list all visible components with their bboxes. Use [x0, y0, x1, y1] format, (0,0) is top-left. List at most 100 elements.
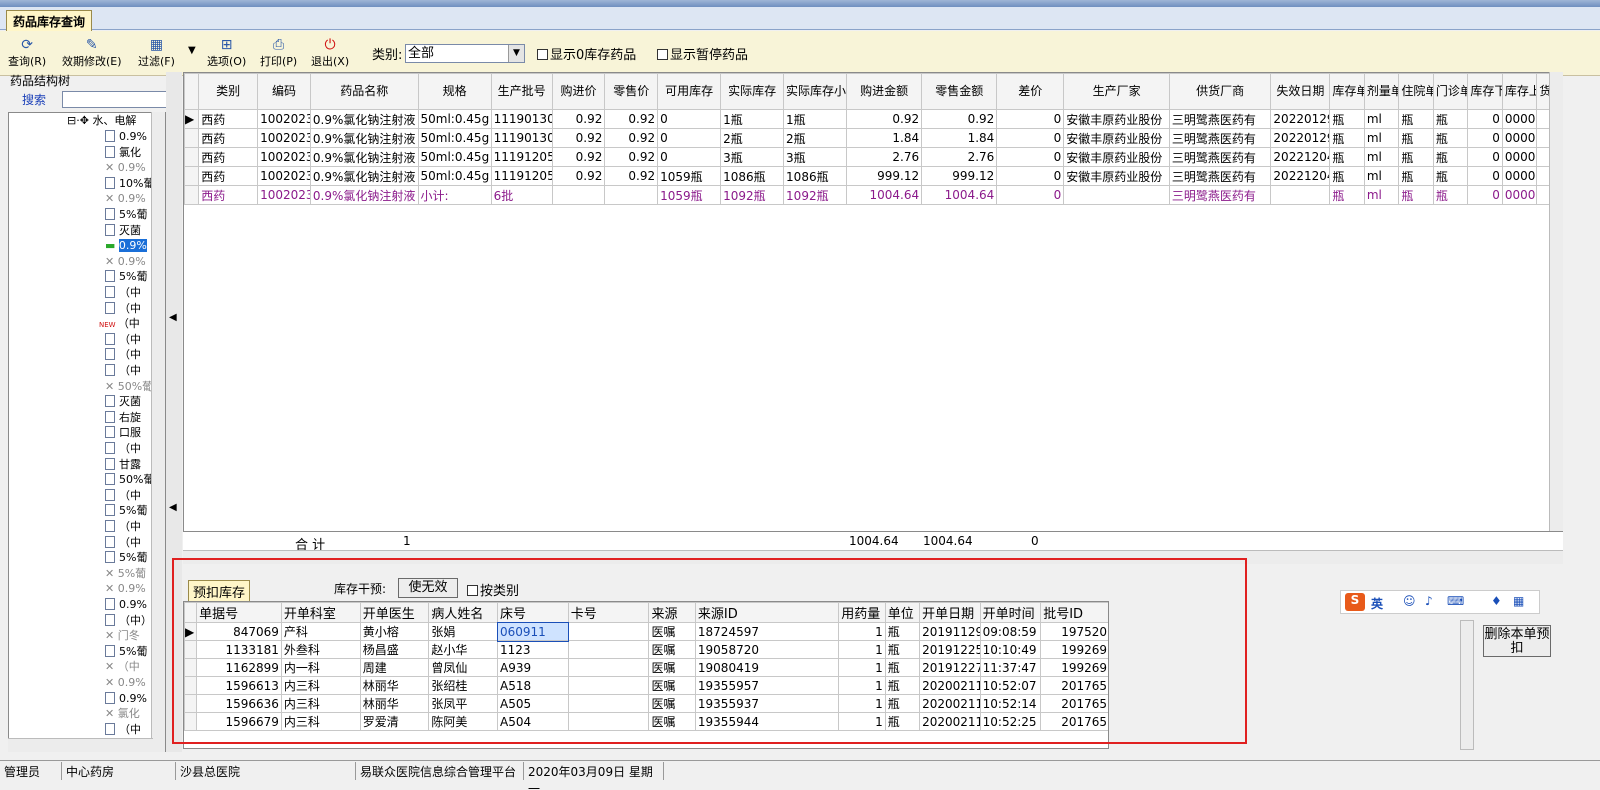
- table-cell[interactable]: 三明鹭燕医药有: [1168, 109, 1272, 129]
- tree-item[interactable]: 5%葡: [105, 269, 147, 285]
- filter-dropdown-arrow[interactable]: ▼: [188, 45, 196, 56]
- table-cell[interactable]: [604, 185, 659, 205]
- table-cell[interactable]: [551, 185, 606, 205]
- tree-item[interactable]: （中: [105, 441, 141, 457]
- table-cell[interactable]: 1瓶: [783, 109, 847, 129]
- table-cell[interactable]: 0000: [1501, 166, 1538, 186]
- table-cell[interactable]: 0000: [1501, 128, 1538, 148]
- tree-item[interactable]: 氯化: [105, 145, 141, 161]
- table-row[interactable]: 西药 1002023 0.9%氯化钠注射液 50ml:0.45g 11191205 0.9…: [184, 166, 1562, 186]
- query-button[interactable]: ⟳ 查询(R): [8, 37, 46, 69]
- table-cell[interactable]: 0.9%氯化钠注射液: [309, 166, 419, 186]
- table-cell[interactable]: 1002023: [257, 185, 311, 205]
- table-cell[interactable]: 0.92: [551, 128, 606, 148]
- table-cell[interactable]: 瓶: [1398, 147, 1434, 167]
- table-cell[interactable]: 0: [996, 128, 1065, 148]
- table-cell[interactable]: 0.9%氯化钠注射液: [309, 109, 419, 129]
- table-cell[interactable]: 1.84: [921, 128, 998, 148]
- tree-item[interactable]: 10%葡: [105, 176, 154, 192]
- tree-item[interactable]: ✕ 0.9%: [105, 160, 146, 176]
- table-cell[interactable]: 瓶: [1329, 185, 1365, 205]
- tree-item[interactable]: 灭菌: [105, 394, 141, 410]
- tree-item[interactable]: （中: [105, 722, 141, 738]
- tree-item[interactable]: ✕ 0.9%: [105, 254, 146, 270]
- checkbox-box[interactable]: [657, 49, 668, 60]
- table-cell[interactable]: ml: [1363, 166, 1400, 186]
- table-cell[interactable]: 11191205: [490, 166, 553, 186]
- tree-item[interactable]: （中: [105, 519, 141, 535]
- table-cell[interactable]: ml: [1363, 109, 1400, 129]
- tree-item[interactable]: （中）: [105, 613, 152, 629]
- table-cell[interactable]: 西药: [198, 185, 259, 205]
- expiry-edit-button[interactable]: ✎ 效期修改(E): [62, 37, 122, 69]
- column-header[interactable]: 剂量单位: [1363, 73, 1400, 110]
- checkbox-box[interactable]: [537, 49, 548, 60]
- column-header[interactable]: 失效日期: [1270, 73, 1331, 110]
- table-cell[interactable]: 瓶: [1329, 109, 1365, 129]
- column-header[interactable]: 差价: [996, 73, 1065, 110]
- table-cell[interactable]: [1063, 185, 1170, 205]
- table-cell[interactable]: 0.92: [845, 109, 923, 129]
- exit-button[interactable]: ⏻ 退出(X): [311, 37, 349, 69]
- print-button[interactable]: ⎙ 打印(P): [260, 37, 297, 69]
- table-cell[interactable]: 0.92: [551, 109, 606, 129]
- tab-inventory-query[interactable]: 药品库存查询: [6, 10, 93, 31]
- tree-item[interactable]: 口服: [105, 425, 141, 441]
- table-cell[interactable]: 瓶: [1398, 128, 1434, 148]
- table-cell[interactable]: 0: [657, 128, 722, 148]
- tree-item[interactable]: 0.9%: [105, 597, 147, 613]
- table-cell[interactable]: 2.76: [845, 147, 923, 167]
- table-cell[interactable]: 1瓶: [720, 109, 785, 129]
- table-cell[interactable]: 999.12: [921, 166, 998, 186]
- tree-horizontal-scrollbar[interactable]: [8, 738, 153, 752]
- chevron-down-icon[interactable]: ▼: [508, 45, 524, 62]
- table-cell[interactable]: 三明鹭燕医药有: [1168, 128, 1272, 148]
- tree-item[interactable]: （中: [105, 535, 141, 551]
- category-select[interactable]: 全部 ▼: [405, 44, 525, 63]
- skin-icon[interactable]: ♦: [1491, 594, 1502, 608]
- table-cell[interactable]: 1004.64: [845, 185, 923, 205]
- tree-item[interactable]: 0.9%: [105, 691, 147, 707]
- show-zero-stock-checkbox[interactable]: 显示0库存药品: [537, 44, 636, 63]
- table-cell[interactable]: 0: [657, 147, 722, 167]
- table-cell[interactable]: 0.92: [604, 128, 659, 148]
- table-cell[interactable]: 瓶: [1329, 166, 1365, 186]
- tree-item[interactable]: 0.9%: [105, 129, 147, 145]
- grid-vertical-scrollbar[interactable]: [1549, 72, 1563, 550]
- table-cell[interactable]: 1.84: [845, 128, 923, 148]
- table-cell[interactable]: 1059瓶: [657, 166, 722, 186]
- table-cell[interactable]: 安徽丰原药业股份: [1063, 147, 1170, 167]
- column-header[interactable]: 生产厂家: [1063, 73, 1170, 110]
- table-cell[interactable]: 0.92: [604, 109, 659, 129]
- table-cell[interactable]: 50ml:0.45g: [417, 109, 492, 129]
- tree-item[interactable]: （中: [105, 332, 141, 348]
- column-header[interactable]: 供货厂商: [1168, 73, 1272, 110]
- preheld-scrollbar[interactable]: [1460, 620, 1474, 750]
- table-cell[interactable]: 0: [1467, 128, 1503, 148]
- chevron-left-icon[interactable]: ◀: [169, 312, 177, 323]
- table-cell[interactable]: 0.9%氯化钠注射液: [309, 128, 419, 148]
- tree-item[interactable]: 甘露: [105, 457, 141, 473]
- table-cell[interactable]: 0: [1467, 147, 1503, 167]
- tree-item[interactable]: （中: [105, 347, 141, 363]
- tree-root[interactable]: ⊟·✥ 水、电解: [67, 113, 136, 129]
- table-cell[interactable]: 0000: [1501, 147, 1538, 167]
- column-header[interactable]: 购进价: [551, 73, 606, 110]
- table-cell[interactable]: 瓶: [1329, 147, 1365, 167]
- table-row[interactable]: ▶ 西药 1002023 0.9%氯化钠注射液 50ml:0.45g 11190130 0.…: [184, 109, 1562, 129]
- column-header[interactable]: 库存单位: [1329, 73, 1365, 110]
- tree-item[interactable]: 灭菌: [105, 223, 141, 239]
- table-cell[interactable]: 999.12: [845, 166, 923, 186]
- table-cell[interactable]: 安徽丰原药业股份: [1063, 166, 1170, 186]
- table-row[interactable]: 西药 1002023 0.9%氯化钠注射液 小计: 6批 1059瓶 1092瓶 1092瓶 1…: [184, 185, 1562, 205]
- table-cell[interactable]: 0.92: [551, 166, 606, 186]
- table-cell[interactable]: 1059瓶: [657, 185, 722, 205]
- column-header[interactable]: 药品名称: [309, 73, 419, 110]
- table-cell[interactable]: 1004.64: [921, 185, 998, 205]
- table-cell[interactable]: 11190130: [490, 128, 553, 148]
- keyboard-icon[interactable]: ⌨: [1447, 594, 1464, 608]
- table-cell[interactable]: 瓶: [1432, 185, 1469, 205]
- table-cell[interactable]: 西药: [198, 128, 259, 148]
- table-cell[interactable]: 0: [996, 109, 1065, 129]
- column-header[interactable]: 零售价: [604, 73, 659, 110]
